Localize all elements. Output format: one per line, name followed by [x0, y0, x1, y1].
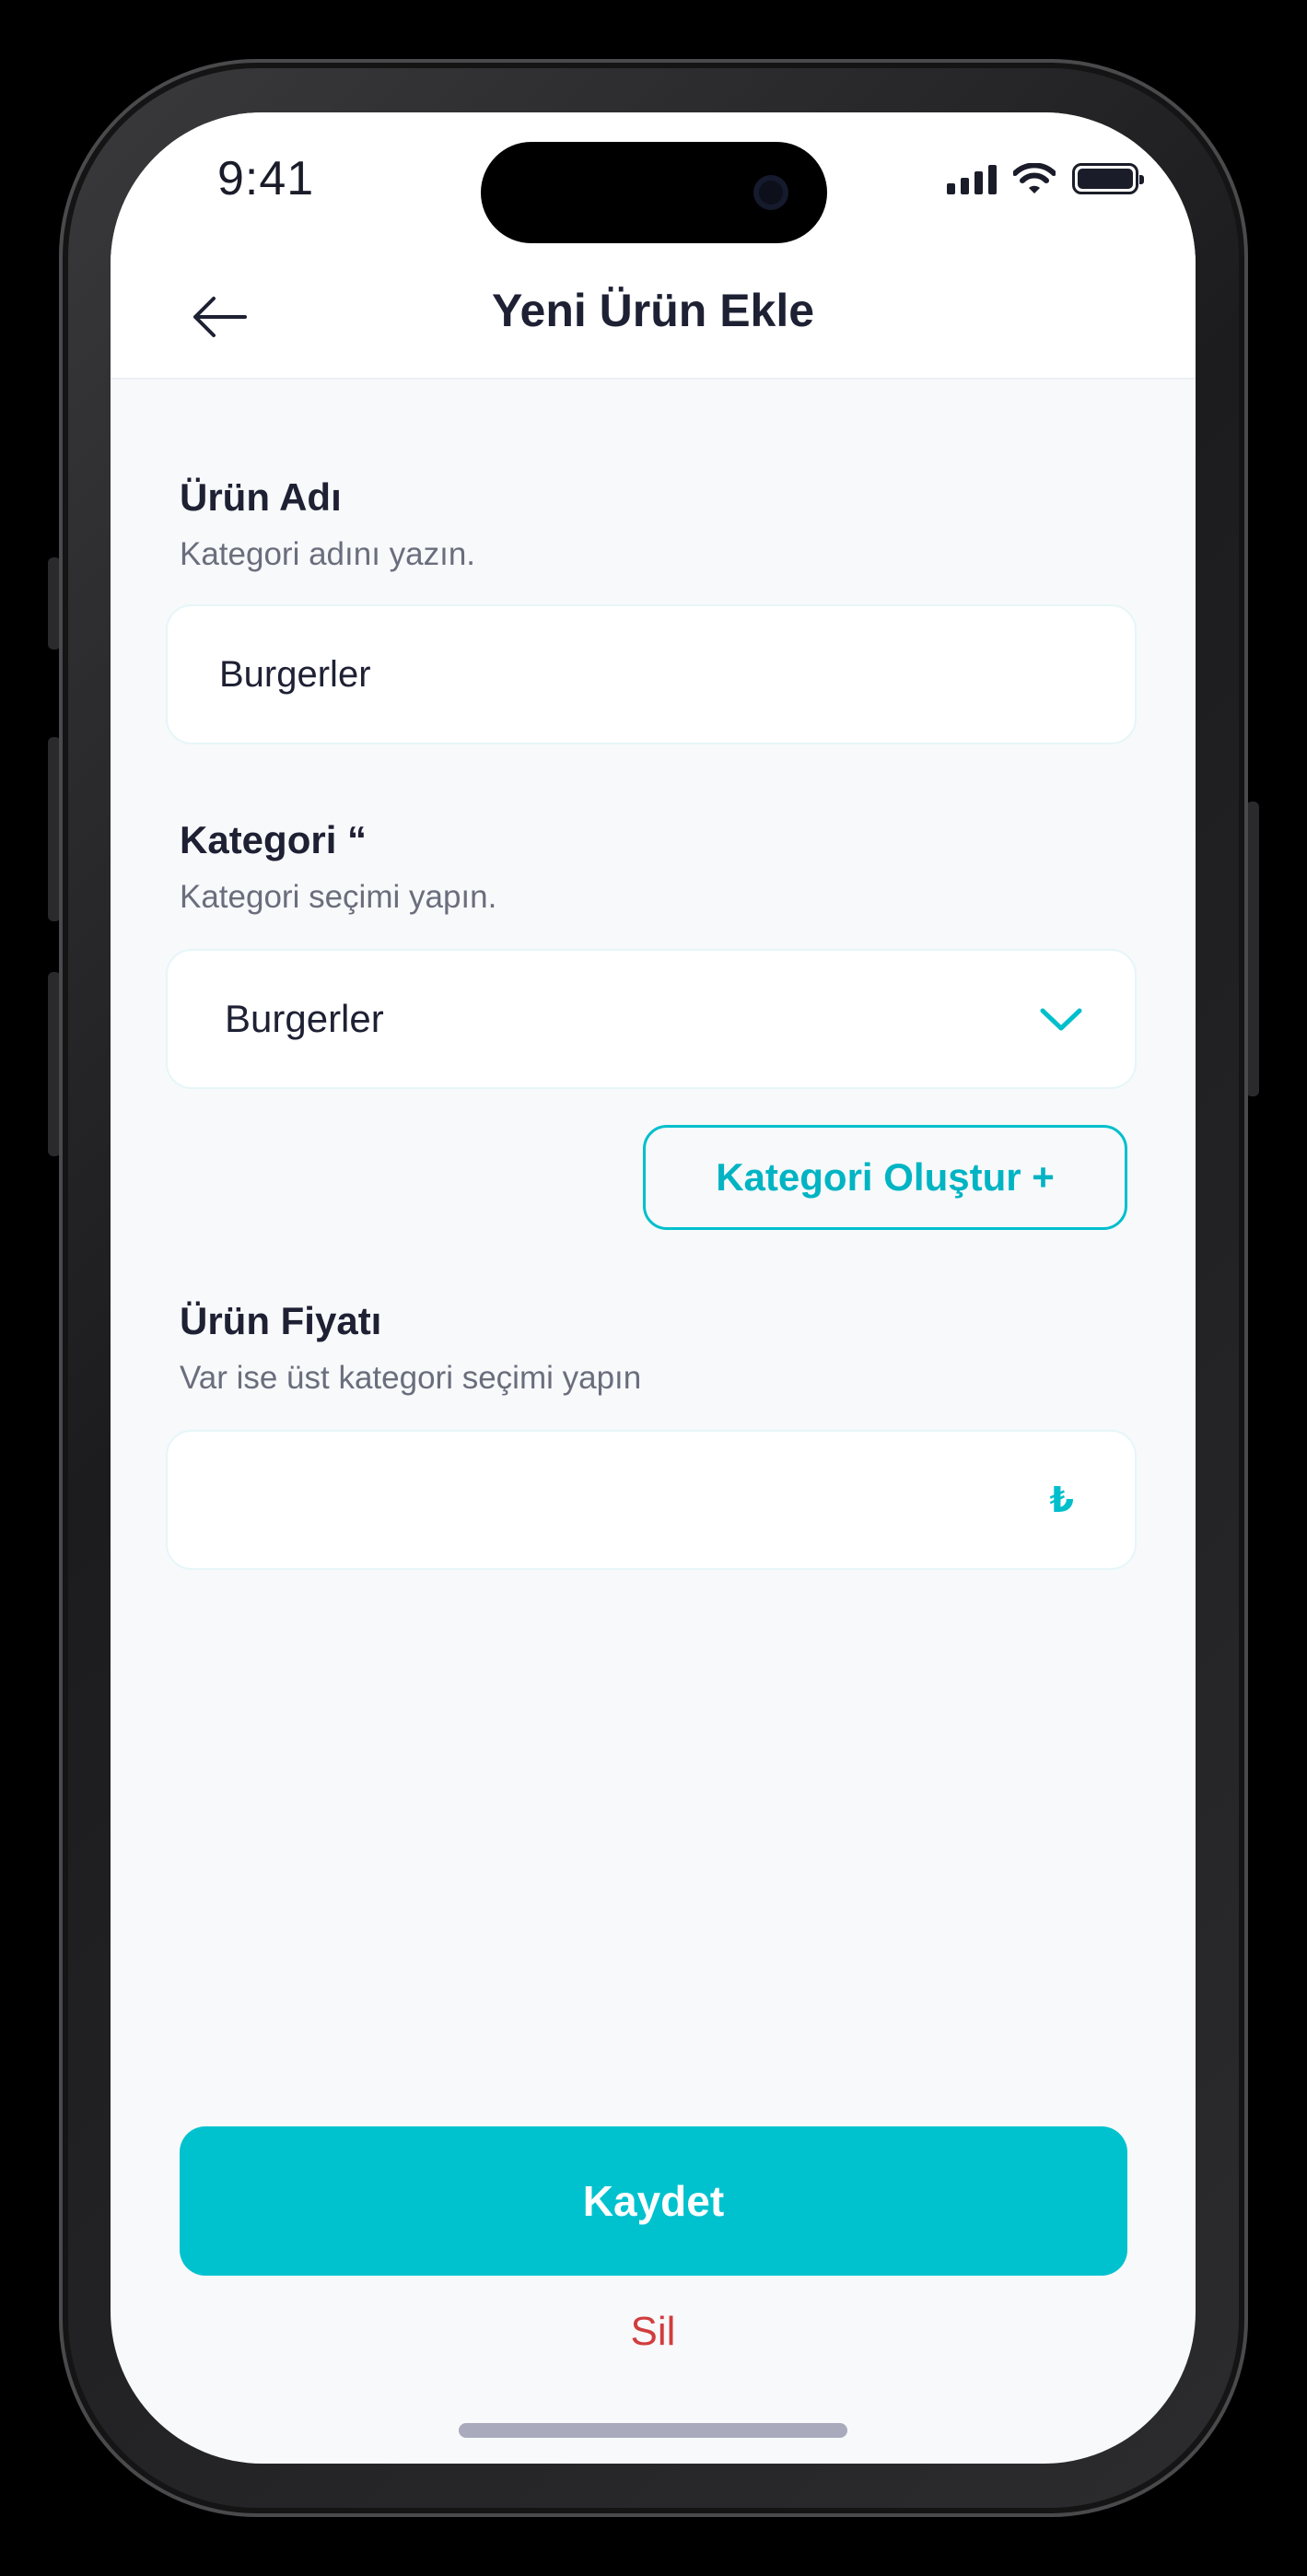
status-time: 9:41: [217, 152, 315, 205]
product-price-field[interactable]: ₺: [166, 1430, 1137, 1570]
power-button: [1246, 802, 1259, 1096]
chevron-down-icon: [1040, 1008, 1082, 1031]
delete-button[interactable]: Sil: [111, 2309, 1196, 2355]
category-label: Kategori “: [180, 818, 368, 861]
page-title: Yeni Ürün Ekle: [491, 285, 815, 336]
product-name-input[interactable]: [219, 653, 1083, 696]
status-icons: [947, 160, 1144, 197]
wifi-icon: [1013, 163, 1056, 193]
phone-screen: 9:41 Yeni Ürün Ekle Ürün Adı Kategori ad…: [111, 112, 1196, 2464]
home-indicator[interactable]: [459, 2423, 847, 2438]
product-name-label: Ürün Adı: [180, 475, 342, 519]
dynamic-island: [481, 142, 827, 243]
category-selected-value: Burgerler: [225, 997, 384, 1040]
category-help: Kategori seçimi yapın.: [180, 879, 497, 915]
product-name-field[interactable]: [166, 604, 1137, 744]
battery-icon: [1072, 163, 1144, 194]
create-category-button[interactable]: Kategori Oluştur +: [643, 1125, 1127, 1230]
camera-icon: [753, 175, 788, 210]
product-price-input[interactable]: [219, 1479, 1050, 1521]
product-name-help: Kategori adını yazın.: [180, 536, 476, 572]
top-bar: 9:41 Yeni Ürün Ekle: [111, 112, 1196, 380]
save-button[interactable]: Kaydet: [180, 2126, 1127, 2276]
category-select[interactable]: Burgerler: [166, 949, 1137, 1089]
product-price-label: Ürün Fiyatı: [180, 1299, 382, 1342]
cellular-signal-icon: [947, 163, 997, 194]
product-price-help: Var ise üst kategori seçimi yapın: [180, 1360, 642, 1396]
currency-lira-icon: ₺: [1049, 1481, 1074, 1520]
